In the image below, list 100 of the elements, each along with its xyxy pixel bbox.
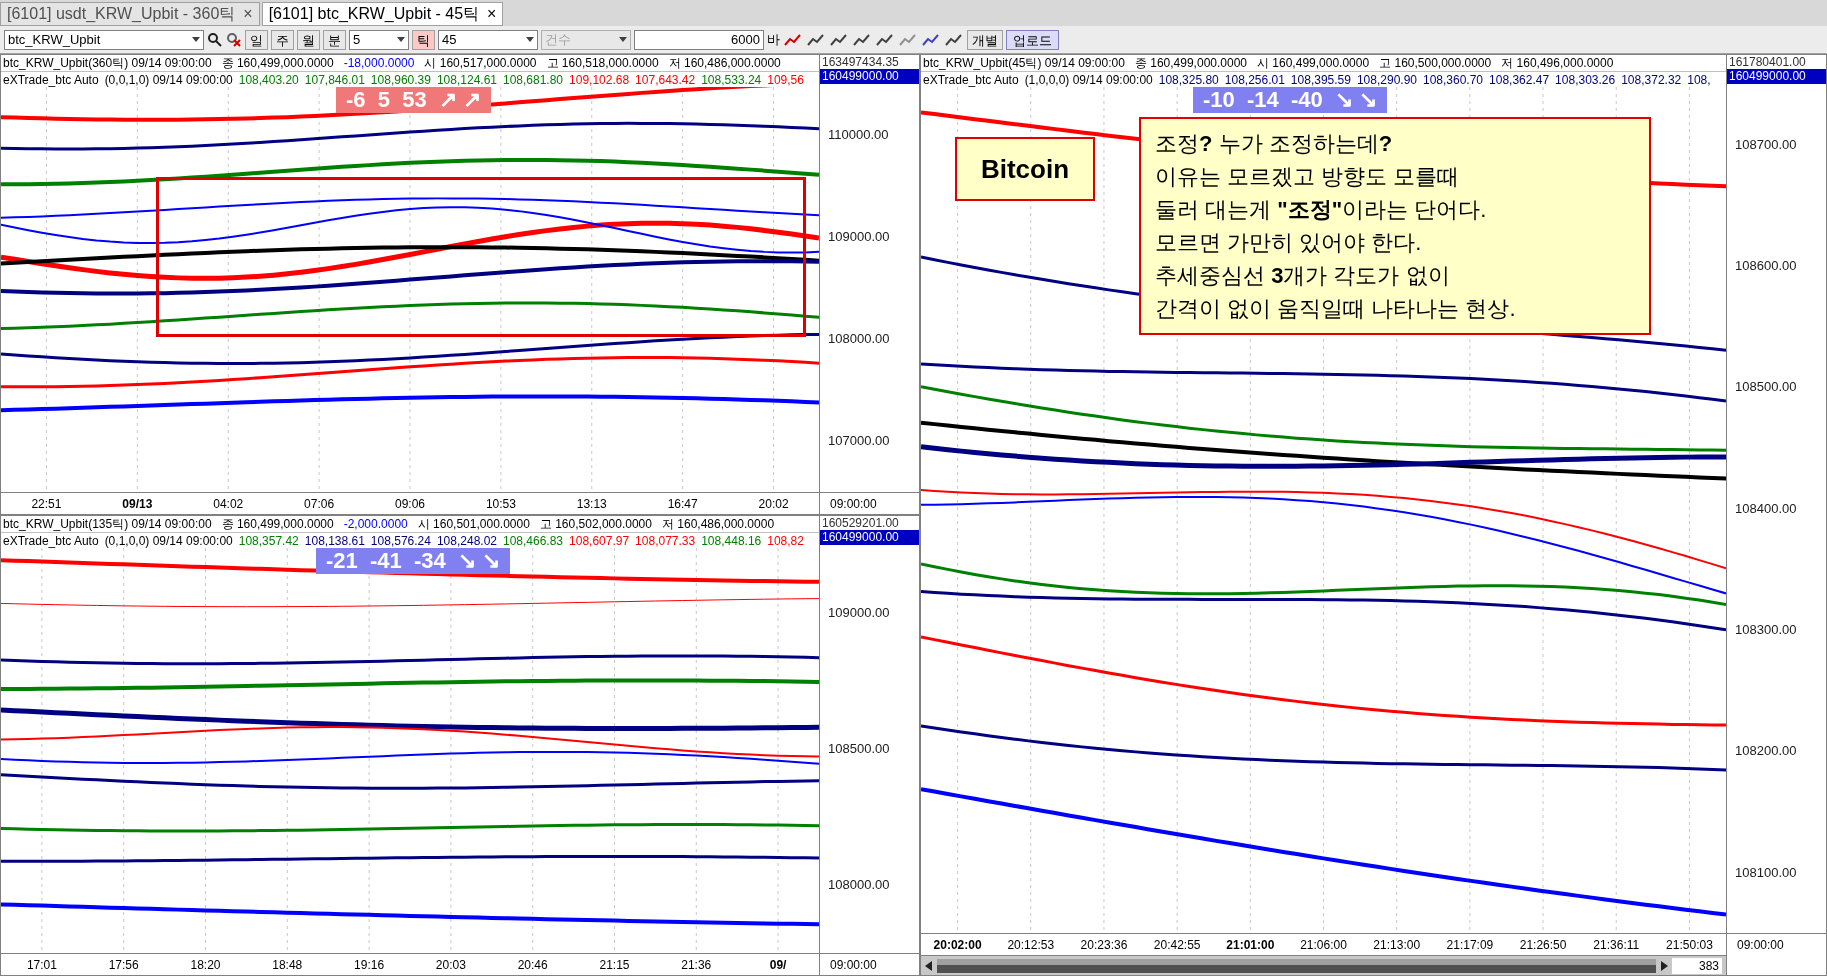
price-tick-label: 110000.00: [827, 126, 890, 145]
indicator-name: eXTrade_btc Auto: [3, 72, 99, 87]
time-label: 13:13: [575, 496, 608, 513]
indicator-name: eXTrade_btc Auto: [923, 72, 1019, 87]
price-info-text: 고 160,502,000.0000: [539, 516, 652, 532]
bar-count: 383: [1672, 957, 1722, 974]
tab-close-button[interactable]: ×: [487, 2, 497, 26]
scroll-bar[interactable]: 383: [921, 955, 1726, 975]
indicator-value: 108,124.61: [436, 72, 497, 87]
period-button[interactable]: 주: [271, 29, 294, 50]
bars-unit-label: 바: [767, 30, 780, 49]
price-tick-label: 108200.00: [1734, 742, 1798, 761]
price-info-text: 시 160,499,000.0000: [1257, 55, 1370, 71]
caret-icon: [192, 37, 200, 42]
time-label: 21:36: [680, 957, 713, 974]
time-label: 18:48: [271, 957, 304, 974]
price-info-text: 종 160,499,000.0000: [221, 516, 334, 532]
period-button[interactable]: 분: [323, 29, 346, 50]
indicator-value: 108,372.32: [1621, 72, 1682, 87]
indicator-value: 108,: [1687, 72, 1711, 87]
indicator-value: 109,56: [767, 72, 804, 87]
indicator-params: (0,1,0,0) 09/14 09:00:00: [104, 533, 233, 548]
indicator-value: 108,960.39: [370, 72, 431, 87]
tick-select[interactable]: 45: [438, 29, 538, 50]
time-label: 21:13:00: [1372, 937, 1422, 954]
price-tick-label: 108500.00: [1734, 378, 1798, 397]
minute-select[interactable]: 5: [349, 29, 409, 50]
corner-time-label: 09:00:00: [820, 953, 919, 975]
cancel-search-icon[interactable]: [226, 31, 242, 48]
time-label: 09/: [768, 957, 788, 974]
bars-input[interactable]: 6000: [634, 29, 764, 50]
indicator-params: (0,0,1,0) 09/14 09:00:00: [104, 72, 233, 87]
price-tick-label: 108300.00: [1734, 621, 1798, 639]
indicator-value: 108,576.24: [370, 533, 431, 548]
tab-label: [6101] usdt_KRW_Upbit - 360틱: [7, 4, 236, 24]
tab-close-button[interactable]: ×: [243, 2, 253, 26]
time-label: 20:02:00: [932, 937, 983, 954]
corner-time-label: 09:00:00: [820, 492, 919, 514]
indicator-value: 108,325.80: [1158, 72, 1219, 87]
note-text: 둘러 대는게 "조정"이라는 단어다.: [1155, 196, 1488, 224]
indicator-value: 108,248.02: [436, 533, 497, 548]
current-price-label: 160499000.00: [820, 530, 919, 545]
signal-badge: -21 -41 -34 ↘ ↘: [316, 548, 511, 574]
indicator-value: 108,138.61: [304, 533, 365, 548]
price-tick-label: 109000.00: [827, 228, 891, 247]
time-label: 10:53: [484, 496, 517, 513]
price-info-text: 종 160,499,000.0000: [221, 55, 334, 71]
price-info-text: btc_KRW_Upbit(45틱) 09/14 09:00:00: [923, 55, 1125, 71]
time-label: 20:02: [757, 496, 790, 513]
indicator-value: 108,256.01: [1224, 72, 1285, 87]
current-price-label: 160499000.00: [1727, 69, 1826, 84]
time-label: 21:15: [598, 957, 631, 974]
period-button[interactable]: 일: [245, 29, 268, 50]
indicator-params: (1,0,0,0) 09/14 09:00:00: [1024, 72, 1153, 87]
tick-button[interactable]: 틱: [412, 29, 435, 50]
indicator-value: 108,362.47: [1489, 72, 1550, 87]
axis-price-label: 160529201.00: [821, 516, 900, 530]
individual-button[interactable]: 개별: [967, 29, 1003, 50]
time-label: 20:03: [434, 957, 467, 974]
title-label: Bitcoin: [955, 137, 1095, 201]
time-label: 22:51: [30, 496, 63, 513]
time-label: 20:42:55: [1152, 937, 1202, 954]
price-tick-label: 108600.00: [1734, 257, 1798, 276]
window-tab[interactable]: [6101] usdt_KRW_Upbit - 360틱 ×: [0, 2, 260, 26]
price-tick-label: 108000.00: [827, 876, 891, 895]
note-text: 간격이 없이 움직일때 나타나는 현상.: [1155, 295, 1517, 323]
indicator-value: 109,102.68: [569, 72, 630, 87]
time-label: 17:56: [107, 957, 140, 974]
price-tick-label: 108000.00: [827, 330, 891, 349]
time-label: 09:06: [394, 496, 426, 513]
scroll-right-icon[interactable]: [1660, 960, 1668, 971]
upload-button[interactable]: 업로드: [1006, 29, 1059, 50]
period-button[interactable]: 월: [297, 29, 320, 50]
time-label: 21:50:03: [1665, 937, 1714, 954]
indicator-value: 107,846.01: [304, 72, 365, 87]
price-info-text: 저 160,486,000.0000: [668, 55, 781, 71]
signal-badge: -6 5 53 ↗ ↗: [336, 87, 492, 113]
time-label: 19:16: [353, 957, 386, 974]
indicator-value: 108,395.59: [1290, 72, 1351, 87]
indicator-value: 108,290.90: [1356, 72, 1417, 87]
time-label: 21:17:09: [1445, 937, 1495, 954]
indicator-value: 108,681.80: [503, 72, 564, 87]
price-info-text: -2,000.0000: [343, 516, 408, 532]
time-label: 18:20: [189, 957, 222, 974]
indicator-value: 108,448.16: [701, 533, 762, 548]
price-tick-label: 108100.00: [1734, 863, 1798, 882]
note-text: 추세중심선 3개가 각도가 없이: [1155, 262, 1451, 290]
scroll-left-icon[interactable]: [925, 960, 933, 971]
price-info-text: 시 160,501,000.0000: [417, 516, 530, 532]
price-info-text: 종 160,499,000.0000: [1134, 55, 1247, 71]
time-label: 20:46: [516, 957, 549, 974]
price-info-text: 고 160,500,000.0000: [1379, 55, 1492, 71]
window-tab[interactable]: [6101] btc_KRW_Upbit - 45틱 ×: [261, 2, 504, 26]
note-text: 조정? 누가 조정하는데?: [1155, 130, 1394, 158]
note-text: 모르면 가만히 있어야 한다.: [1155, 229, 1423, 257]
indicator-value: 108,077.33: [635, 533, 696, 548]
indicator-value: 108,466.83: [503, 533, 564, 548]
symbol-select[interactable]: btc_KRW_Upbit: [4, 29, 204, 50]
search-icon[interactable]: [207, 31, 223, 48]
price-info-text: -18,000.0000: [343, 55, 415, 71]
